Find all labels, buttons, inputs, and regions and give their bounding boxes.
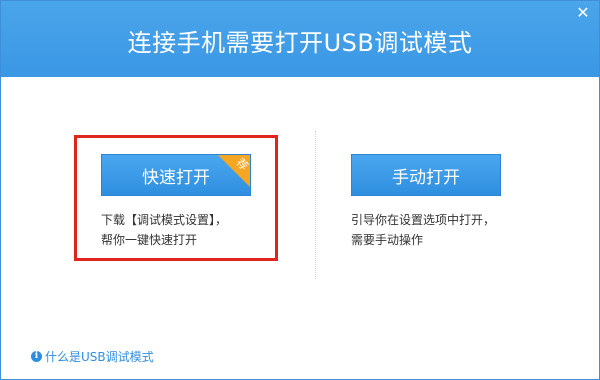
quick-open-label: 快速打开 xyxy=(142,167,210,188)
help-link-text: 什么是USB调试模式 xyxy=(45,349,154,364)
usb-debug-dialog: 连接手机需要打开USB调试模式 ✕ 快速打开 荐 下载【调试模式设置】， 帮你一… xyxy=(0,0,600,380)
close-icon[interactable]: ✕ xyxy=(573,3,593,23)
manual-open-description-line2: 需要手动操作 xyxy=(351,233,424,247)
manual-open-label: 手动打开 xyxy=(392,167,460,188)
quick-open-button[interactable]: 快速打开 荐 xyxy=(101,154,251,196)
info-icon: i xyxy=(31,350,42,362)
manual-open-description-line1: 引导你在设置选项中打开， xyxy=(351,213,496,227)
manual-open-button[interactable]: 手动打开 xyxy=(351,154,501,196)
titlebar: 连接手机需要打开USB调试模式 ✕ xyxy=(1,1,599,77)
what-is-usb-debug-link[interactable]: i 什么是USB调试模式 xyxy=(31,347,154,365)
recommended-badge: 荐 xyxy=(218,155,250,187)
manual-open-description: 引导你在设置选项中打开， 需要手动操作 xyxy=(351,210,495,250)
quick-open-description-line1: 下载【调试模式设置】， xyxy=(101,213,228,227)
dialog-title: 连接手机需要打开USB调试模式 xyxy=(127,28,473,57)
quick-open-description: 下载【调试模式设置】， 帮你一键快速打开 xyxy=(101,210,227,250)
quick-open-description-line2: 帮你一键快速打开 xyxy=(101,233,198,247)
vertical-divider xyxy=(315,131,316,279)
